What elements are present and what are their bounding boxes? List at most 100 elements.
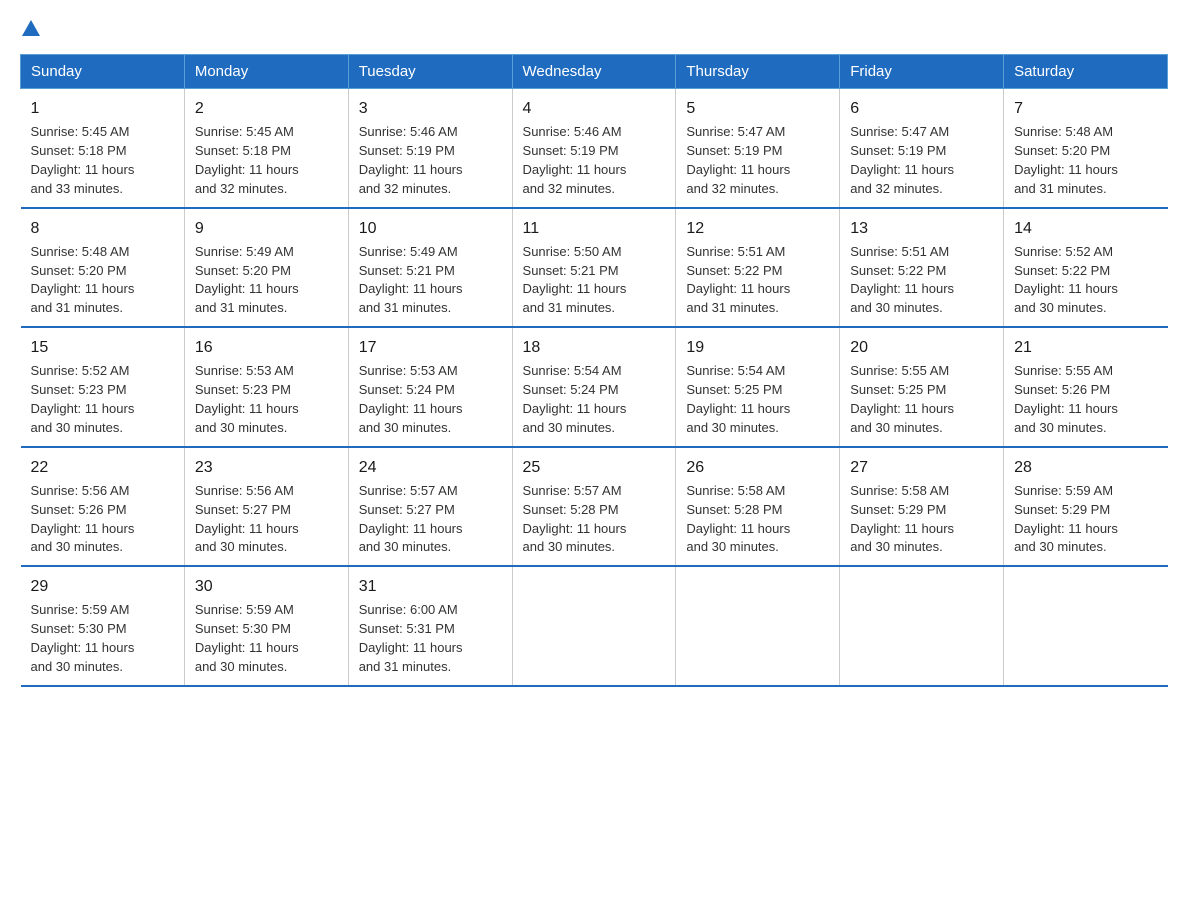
day-cell: 12 Sunrise: 5:51 AMSunset: 5:22 PMDaylig…: [676, 208, 840, 328]
day-number: 4: [523, 97, 666, 120]
day-number: 7: [1014, 97, 1157, 120]
day-cell: 30 Sunrise: 5:59 AMSunset: 5:30 PMDaylig…: [184, 566, 348, 686]
day-info: Sunrise: 5:51 AMSunset: 5:22 PMDaylight:…: [686, 244, 790, 316]
header-friday: Friday: [840, 55, 1004, 89]
day-info: Sunrise: 5:58 AMSunset: 5:29 PMDaylight:…: [850, 483, 954, 555]
day-cell: 2 Sunrise: 5:45 AMSunset: 5:18 PMDayligh…: [184, 89, 348, 208]
day-cell: [1004, 566, 1168, 686]
day-info: Sunrise: 5:48 AMSunset: 5:20 PMDaylight:…: [31, 244, 135, 316]
day-info: Sunrise: 5:54 AMSunset: 5:25 PMDaylight:…: [686, 363, 790, 435]
day-info: Sunrise: 5:45 AMSunset: 5:18 PMDaylight:…: [31, 124, 135, 196]
day-info: Sunrise: 5:57 AMSunset: 5:27 PMDaylight:…: [359, 483, 463, 555]
day-info: Sunrise: 5:46 AMSunset: 5:19 PMDaylight:…: [523, 124, 627, 196]
day-number: 16: [195, 336, 338, 359]
day-number: 27: [850, 456, 993, 479]
day-cell: 8 Sunrise: 5:48 AMSunset: 5:20 PMDayligh…: [21, 208, 185, 328]
day-cell: 23 Sunrise: 5:56 AMSunset: 5:27 PMDaylig…: [184, 447, 348, 567]
day-number: 23: [195, 456, 338, 479]
day-cell: [512, 566, 676, 686]
day-info: Sunrise: 5:51 AMSunset: 5:22 PMDaylight:…: [850, 244, 954, 316]
day-cell: 19 Sunrise: 5:54 AMSunset: 5:25 PMDaylig…: [676, 327, 840, 447]
day-number: 18: [523, 336, 666, 359]
day-info: Sunrise: 5:50 AMSunset: 5:21 PMDaylight:…: [523, 244, 627, 316]
day-number: 6: [850, 97, 993, 120]
day-number: 17: [359, 336, 502, 359]
day-number: 14: [1014, 217, 1157, 240]
day-cell: 16 Sunrise: 5:53 AMSunset: 5:23 PMDaylig…: [184, 327, 348, 447]
day-number: 21: [1014, 336, 1157, 359]
week-row-5: 29 Sunrise: 5:59 AMSunset: 5:30 PMDaylig…: [21, 566, 1168, 686]
day-cell: 25 Sunrise: 5:57 AMSunset: 5:28 PMDaylig…: [512, 447, 676, 567]
day-cell: 31 Sunrise: 6:00 AMSunset: 5:31 PMDaylig…: [348, 566, 512, 686]
day-number: 3: [359, 97, 502, 120]
day-cell: 20 Sunrise: 5:55 AMSunset: 5:25 PMDaylig…: [840, 327, 1004, 447]
day-cell: 22 Sunrise: 5:56 AMSunset: 5:26 PMDaylig…: [21, 447, 185, 567]
day-cell: 1 Sunrise: 5:45 AMSunset: 5:18 PMDayligh…: [21, 89, 185, 208]
day-info: Sunrise: 5:52 AMSunset: 5:23 PMDaylight:…: [31, 363, 135, 435]
day-cell: 3 Sunrise: 5:46 AMSunset: 5:19 PMDayligh…: [348, 89, 512, 208]
day-number: 29: [31, 575, 174, 598]
day-cell: 6 Sunrise: 5:47 AMSunset: 5:19 PMDayligh…: [840, 89, 1004, 208]
header-monday: Monday: [184, 55, 348, 89]
day-info: Sunrise: 5:55 AMSunset: 5:26 PMDaylight:…: [1014, 363, 1118, 435]
day-info: Sunrise: 5:49 AMSunset: 5:20 PMDaylight:…: [195, 244, 299, 316]
calendar-table: SundayMondayTuesdayWednesdayThursdayFrid…: [20, 54, 1168, 687]
day-number: 30: [195, 575, 338, 598]
day-number: 11: [523, 217, 666, 240]
logo: [20, 20, 40, 34]
day-cell: 4 Sunrise: 5:46 AMSunset: 5:19 PMDayligh…: [512, 89, 676, 208]
day-cell: 7 Sunrise: 5:48 AMSunset: 5:20 PMDayligh…: [1004, 89, 1168, 208]
day-cell: 29 Sunrise: 5:59 AMSunset: 5:30 PMDaylig…: [21, 566, 185, 686]
day-number: 8: [31, 217, 174, 240]
day-cell: 10 Sunrise: 5:49 AMSunset: 5:21 PMDaylig…: [348, 208, 512, 328]
week-row-2: 8 Sunrise: 5:48 AMSunset: 5:20 PMDayligh…: [21, 208, 1168, 328]
day-info: Sunrise: 5:46 AMSunset: 5:19 PMDaylight:…: [359, 124, 463, 196]
day-info: Sunrise: 5:47 AMSunset: 5:19 PMDaylight:…: [686, 124, 790, 196]
header-tuesday: Tuesday: [348, 55, 512, 89]
day-info: Sunrise: 5:53 AMSunset: 5:24 PMDaylight:…: [359, 363, 463, 435]
day-cell: 9 Sunrise: 5:49 AMSunset: 5:20 PMDayligh…: [184, 208, 348, 328]
day-number: 20: [850, 336, 993, 359]
day-cell: [840, 566, 1004, 686]
day-number: 28: [1014, 456, 1157, 479]
header-saturday: Saturday: [1004, 55, 1168, 89]
day-number: 19: [686, 336, 829, 359]
day-number: 22: [31, 456, 174, 479]
day-cell: 11 Sunrise: 5:50 AMSunset: 5:21 PMDaylig…: [512, 208, 676, 328]
day-number: 2: [195, 97, 338, 120]
day-info: Sunrise: 5:57 AMSunset: 5:28 PMDaylight:…: [523, 483, 627, 555]
day-number: 1: [31, 97, 174, 120]
day-number: 15: [31, 336, 174, 359]
day-info: Sunrise: 5:58 AMSunset: 5:28 PMDaylight:…: [686, 483, 790, 555]
day-info: Sunrise: 5:52 AMSunset: 5:22 PMDaylight:…: [1014, 244, 1118, 316]
day-cell: 28 Sunrise: 5:59 AMSunset: 5:29 PMDaylig…: [1004, 447, 1168, 567]
day-number: 12: [686, 217, 829, 240]
day-number: 26: [686, 456, 829, 479]
day-number: 9: [195, 217, 338, 240]
day-info: Sunrise: 5:53 AMSunset: 5:23 PMDaylight:…: [195, 363, 299, 435]
day-cell: [676, 566, 840, 686]
day-info: Sunrise: 5:59 AMSunset: 5:30 PMDaylight:…: [31, 602, 135, 674]
day-info: Sunrise: 5:56 AMSunset: 5:26 PMDaylight:…: [31, 483, 135, 555]
day-number: 10: [359, 217, 502, 240]
day-cell: 27 Sunrise: 5:58 AMSunset: 5:29 PMDaylig…: [840, 447, 1004, 567]
calendar-header-row: SundayMondayTuesdayWednesdayThursdayFrid…: [21, 55, 1168, 89]
day-info: Sunrise: 5:59 AMSunset: 5:30 PMDaylight:…: [195, 602, 299, 674]
day-info: Sunrise: 5:45 AMSunset: 5:18 PMDaylight:…: [195, 124, 299, 196]
day-number: 31: [359, 575, 502, 598]
day-cell: 18 Sunrise: 5:54 AMSunset: 5:24 PMDaylig…: [512, 327, 676, 447]
header-sunday: Sunday: [21, 55, 185, 89]
day-cell: 26 Sunrise: 5:58 AMSunset: 5:28 PMDaylig…: [676, 447, 840, 567]
page-header: [20, 20, 1168, 34]
header-thursday: Thursday: [676, 55, 840, 89]
week-row-3: 15 Sunrise: 5:52 AMSunset: 5:23 PMDaylig…: [21, 327, 1168, 447]
day-info: Sunrise: 5:59 AMSunset: 5:29 PMDaylight:…: [1014, 483, 1118, 555]
day-info: Sunrise: 5:49 AMSunset: 5:21 PMDaylight:…: [359, 244, 463, 316]
week-row-4: 22 Sunrise: 5:56 AMSunset: 5:26 PMDaylig…: [21, 447, 1168, 567]
day-info: Sunrise: 5:48 AMSunset: 5:20 PMDaylight:…: [1014, 124, 1118, 196]
day-cell: 14 Sunrise: 5:52 AMSunset: 5:22 PMDaylig…: [1004, 208, 1168, 328]
day-cell: 24 Sunrise: 5:57 AMSunset: 5:27 PMDaylig…: [348, 447, 512, 567]
day-number: 25: [523, 456, 666, 479]
day-cell: 15 Sunrise: 5:52 AMSunset: 5:23 PMDaylig…: [21, 327, 185, 447]
day-info: Sunrise: 5:56 AMSunset: 5:27 PMDaylight:…: [195, 483, 299, 555]
